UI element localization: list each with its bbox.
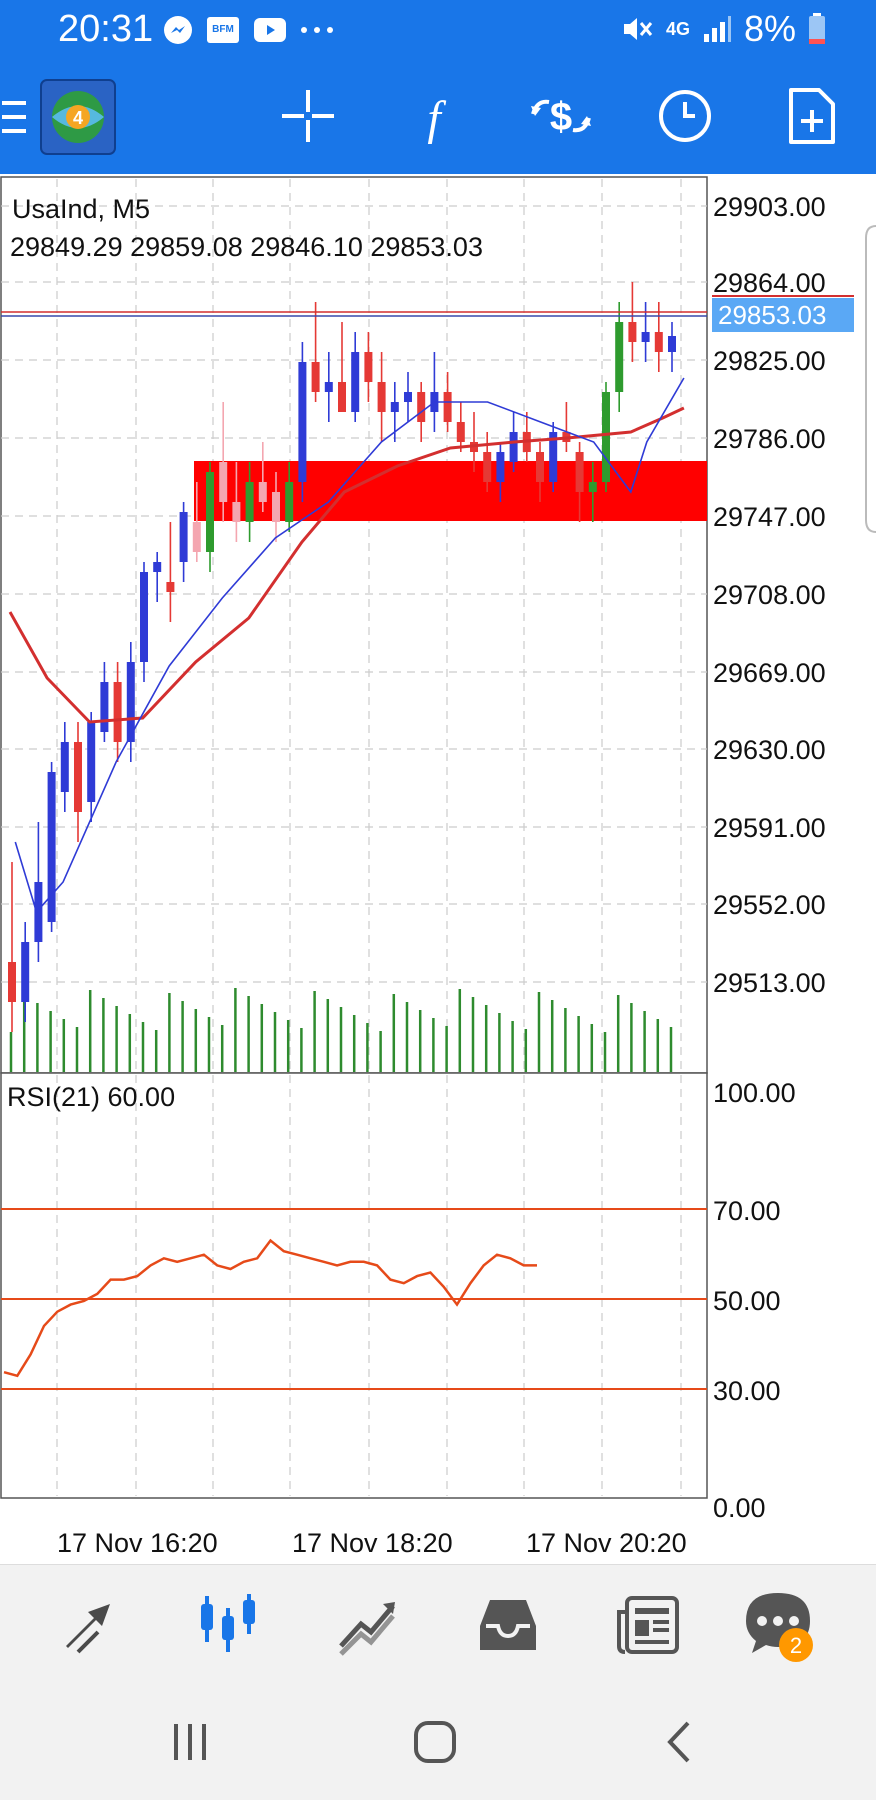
rsi-axis: 100.00 70.00 50.00 30.00 0.00 (713, 1078, 796, 1523)
candle (549, 422, 558, 492)
time-axis-label: 17 Nov 18:20 (292, 1528, 453, 1558)
signal-icon (703, 16, 731, 42)
rsi-axis-label: 0.00 (713, 1493, 766, 1523)
price-axis-label: 29669.00 (713, 658, 826, 688)
battery-percent: 8% (743, 8, 796, 49)
chat-bubble-icon: 2 (746, 1593, 813, 1662)
clock-icon[interactable] (655, 86, 715, 146)
rsi-axis-label: 50.00 (713, 1286, 781, 1316)
svg-text:$: $ (550, 95, 572, 139)
price-axis-label: 29825.00 (713, 346, 826, 376)
rsi-title: RSI(21) 60.00 (7, 1082, 175, 1112)
rsi-axis-label: 30.00 (713, 1376, 781, 1406)
home-icon[interactable] (405, 1712, 465, 1772)
more-dots-icon (301, 27, 333, 33)
new-order-icon[interactable] (782, 84, 842, 148)
trade-chart-icon (339, 1602, 395, 1656)
chart-area[interactable]: 29853.03 UsaInd, M5 29849.29 29859.08 29… (0, 174, 876, 1564)
crosshair-icon[interactable] (278, 86, 338, 146)
rsi-axis-label: 100.00 (713, 1078, 796, 1108)
tab-history[interactable] (470, 1589, 546, 1659)
network-label: 4G (665, 18, 690, 39)
svg-text:4: 4 (73, 108, 83, 128)
news-icon (617, 1596, 679, 1654)
time-axis-label: 17 Nov 20:20 (526, 1528, 687, 1558)
chat-badge-count: 2 (790, 1633, 802, 1658)
price-axis-label: 29708.00 (713, 580, 826, 610)
menu-icon[interactable] (0, 94, 30, 140)
trade-icon[interactable]: $ (526, 86, 596, 146)
price-axis-label: 29864.00 (713, 268, 826, 298)
price-axis-label: 29747.00 (713, 502, 826, 532)
messenger-icon (164, 16, 192, 44)
time-axis: 17 Nov 16:20 17 Nov 18:20 17 Nov 20:20 (57, 1528, 687, 1558)
indicators-icon[interactable]: f (404, 86, 464, 146)
candle (47, 762, 56, 932)
quotes-arrows-icon (66, 1604, 110, 1654)
ohlc-label: 29849.29 29859.08 29846.10 29853.03 (10, 232, 483, 262)
mute-icon (623, 18, 653, 40)
svg-text:BFM: BFM (212, 24, 234, 35)
tab-news[interactable] (610, 1589, 686, 1659)
system-nav-bar (0, 1682, 876, 1800)
recent-apps-icon[interactable] (160, 1712, 220, 1772)
status-left-icons: BFM (163, 12, 335, 48)
tab-quotes[interactable] (52, 1591, 128, 1657)
candlestick-chart-icon (201, 1594, 255, 1652)
price-axis-label: 29591.00 (713, 813, 826, 843)
metatrader-logo: 4 (40, 79, 116, 155)
svg-text:f: f (427, 92, 446, 144)
price-axis-label: 29786.00 (713, 424, 826, 454)
battery-icon (809, 13, 825, 44)
status-bar: 20:31 BFM 4G 8% (0, 0, 876, 62)
rsi-axis-label: 70.00 (713, 1196, 781, 1226)
price-chart[interactable]: 29853.03 UsaInd, M5 29849.29 29859.08 29… (0, 174, 876, 1564)
chart-toolbar: 4 f $ (0, 62, 876, 174)
price-axis-label: 29513.00 (713, 968, 826, 998)
price-axis-label: 29903.00 (713, 192, 826, 222)
youtube-icon (254, 18, 286, 42)
price-axis-label: 29552.00 (713, 890, 826, 920)
candle (602, 382, 610, 492)
tab-chat[interactable]: 2 (744, 1587, 824, 1667)
status-right: 4G 8% (620, 8, 826, 50)
current-price-label: 29853.03 (718, 300, 826, 330)
candle (298, 342, 307, 502)
price-axis-label: 29630.00 (713, 735, 826, 765)
bfm-business-icon: BFM (207, 17, 239, 43)
time-axis-label: 17 Nov 16:20 (57, 1528, 218, 1558)
inbox-icon (480, 1600, 536, 1650)
status-time: 20:31 (58, 8, 154, 50)
symbol-label: UsaInd, M5 (12, 194, 150, 224)
side-panel-handle[interactable] (865, 225, 876, 533)
tab-trade[interactable] (330, 1589, 406, 1659)
tab-chart[interactable] (190, 1587, 266, 1659)
rsi-panel (0, 1072, 708, 1499)
back-icon[interactable] (650, 1712, 710, 1772)
bottom-tab-bar: 2 (0, 1564, 876, 1682)
